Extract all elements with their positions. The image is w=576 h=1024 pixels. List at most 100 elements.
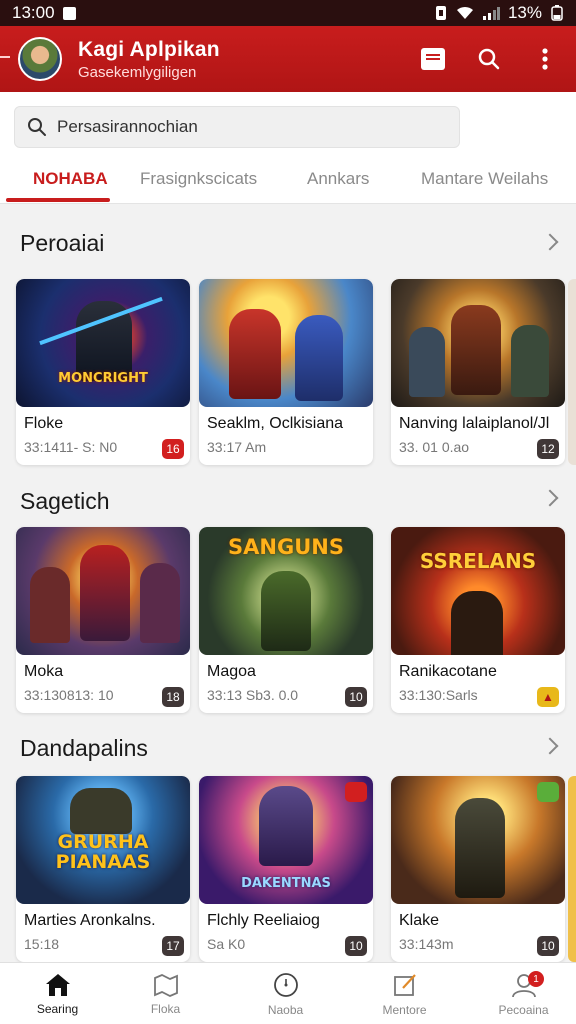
- nav-item-naoba[interactable]: Naoba: [228, 963, 343, 1024]
- card-title: Nanving lalaiplanol/Jl: [399, 415, 550, 432]
- calendar-button[interactable]: [420, 46, 446, 72]
- tab-annkars[interactable]: Annkars: [307, 156, 369, 202]
- alert-icon: ▲: [537, 687, 559, 707]
- status-bar: 13:00 13%: [0, 0, 576, 26]
- count-badge: 10: [537, 936, 559, 956]
- card-title: Marties Aronkalns.: [24, 912, 156, 929]
- tab-bar: NOHABA Frasignkscicats Annkars Mantare W…: [0, 156, 576, 204]
- wifi-icon: [456, 6, 473, 19]
- card-title: Klake: [399, 912, 440, 929]
- clock-icon: [273, 973, 298, 997]
- game-card[interactable]: DAKENTNAS 10 Flchly Reeliaiog Sa K0: [199, 776, 373, 962]
- card-title: Seaklm, Oclkisiana: [207, 415, 344, 432]
- game-art: SSRELANS: [391, 527, 565, 655]
- app-title: Kagi Aplpikan: [78, 37, 220, 61]
- signal-icon: [482, 7, 500, 20]
- count-badge: 10: [345, 936, 367, 956]
- search-button[interactable]: [476, 46, 502, 72]
- home-icon: [45, 974, 70, 996]
- count-badge: 16: [162, 439, 184, 459]
- status-time: 13:00: [12, 3, 55, 22]
- game-card[interactable]: 10 Klake 33:143m: [391, 776, 565, 962]
- more-vert-icon: [542, 48, 548, 70]
- game-art: [199, 279, 373, 407]
- game-card[interactable]: 12 Nanving lalaiplanol/Jl 33. 01 0.ao: [391, 279, 565, 465]
- card-meta: 33:17 Am: [207, 439, 267, 455]
- nav-label: Searing: [36, 1002, 79, 1016]
- game-card[interactable]: Seaklm, Oclkisiana 33:17 Am: [199, 279, 373, 465]
- app-bar: Kagi Aplpikan Gasekemlygiligen: [0, 26, 576, 92]
- tab-mantare-weilahs[interactable]: Mantare Weilahs: [421, 156, 548, 202]
- card-meta: 33:143m: [399, 936, 454, 952]
- game-art: [16, 527, 190, 655]
- battery-saver-icon: [435, 6, 446, 20]
- partial-card: [568, 776, 576, 962]
- count-badge: 12: [537, 439, 559, 459]
- chevron-right-icon[interactable]: [541, 489, 559, 507]
- partial-card: [568, 279, 576, 465]
- art-title: SANGUNS: [228, 535, 344, 559]
- chevron-right-icon[interactable]: [541, 737, 559, 755]
- corner-badge: [345, 782, 367, 802]
- nav-label: Mentore: [382, 1003, 427, 1017]
- card-meta: 33:13 Sb3. 0.0: [207, 687, 299, 703]
- card-meta: 33:1411- S: N0: [24, 439, 118, 455]
- nav-item-mentore[interactable]: Mentore: [347, 963, 462, 1024]
- card-meta: Sa K0: [207, 936, 246, 952]
- nav-label: Floka: [150, 1002, 181, 1016]
- count-badge: 18: [162, 687, 184, 707]
- nav-label: Pecoaina: [498, 1003, 549, 1017]
- art-title: MONCRIGHT: [58, 371, 148, 386]
- card-meta: 15:18: [24, 936, 60, 952]
- notification-badge: 1: [528, 971, 544, 987]
- card-meta: 33:130813: 10: [24, 687, 114, 703]
- battery-icon: [551, 5, 563, 21]
- section-title: Sagetich: [20, 488, 110, 514]
- game-card[interactable]: SANGUNS 10 Magoa 33:13 Sb3. 0.0: [199, 527, 373, 713]
- game-card[interactable]: MONCRIGHT 16 Floke 33:1411- S: N0: [16, 279, 190, 465]
- art-title: DAKENTNAS: [241, 876, 331, 891]
- card-title: Flchly Reeliaiog: [207, 912, 320, 929]
- edit-icon: [393, 974, 416, 996]
- game-card[interactable]: 18 Moka 33:130813: 10: [16, 527, 190, 713]
- game-art: MONCRIGHT: [16, 279, 190, 407]
- tab-indicator: [6, 198, 110, 202]
- card-title: Floke: [24, 415, 64, 432]
- tab-frasignkscicats[interactable]: Frasignkscicats: [140, 156, 257, 202]
- nav-item-searing[interactable]: Searing: [0, 963, 115, 1024]
- game-card[interactable]: GRURHA PIANAAS 17 Marties Aronkalns. 15:…: [16, 776, 190, 962]
- calendar-icon: [421, 48, 445, 70]
- map-icon: [153, 974, 178, 997]
- search-placeholder: Persasirannochian: [57, 117, 198, 136]
- notification-icon: [62, 6, 76, 20]
- nav-item-floka[interactable]: Floka: [108, 963, 223, 1024]
- nav-label: Naoba: [267, 1003, 304, 1017]
- card-title: Magoa: [207, 663, 256, 680]
- battery-percent: 13%: [507, 3, 542, 22]
- search-input[interactable]: Persasirannochian: [14, 106, 460, 148]
- game-card[interactable]: SSRELANS ▲ Ranikacotane 33:130:Sarls: [391, 527, 565, 713]
- app-titles: Kagi Aplpikan Gasekemlygiligen: [78, 38, 220, 81]
- card-title: Moka: [24, 663, 64, 680]
- app-subtitle: Gasekemlygiligen: [78, 63, 197, 81]
- avatar[interactable]: [18, 37, 62, 81]
- edge-mark: [0, 56, 10, 58]
- corner-badge: [537, 782, 559, 802]
- count-badge: 17: [162, 936, 184, 956]
- search-icon: [28, 118, 46, 136]
- more-button[interactable]: [532, 46, 558, 72]
- search-area: Persasirannochian: [0, 92, 576, 156]
- section-title: Peroaiai: [20, 230, 105, 256]
- bottom-nav: Searing Floka Naoba Mentore Pecoaina 1: [0, 962, 576, 1024]
- section-title: Dandapalins: [20, 735, 148, 761]
- game-art: SANGUNS: [199, 527, 373, 655]
- card-meta: 33. 01 0.ao: [399, 439, 470, 455]
- count-badge: 10: [345, 687, 367, 707]
- nav-item-pecoaina[interactable]: Pecoaina 1: [466, 963, 576, 1024]
- card-title: Ranikacotane: [399, 663, 497, 680]
- chevron-right-icon[interactable]: [541, 233, 559, 251]
- game-art: GRURHA PIANAAS: [16, 776, 190, 904]
- tab-nohaba[interactable]: NOHABA: [33, 156, 108, 202]
- art-title: GRURHA PIANAAS: [55, 831, 151, 873]
- app-actions: [420, 26, 558, 92]
